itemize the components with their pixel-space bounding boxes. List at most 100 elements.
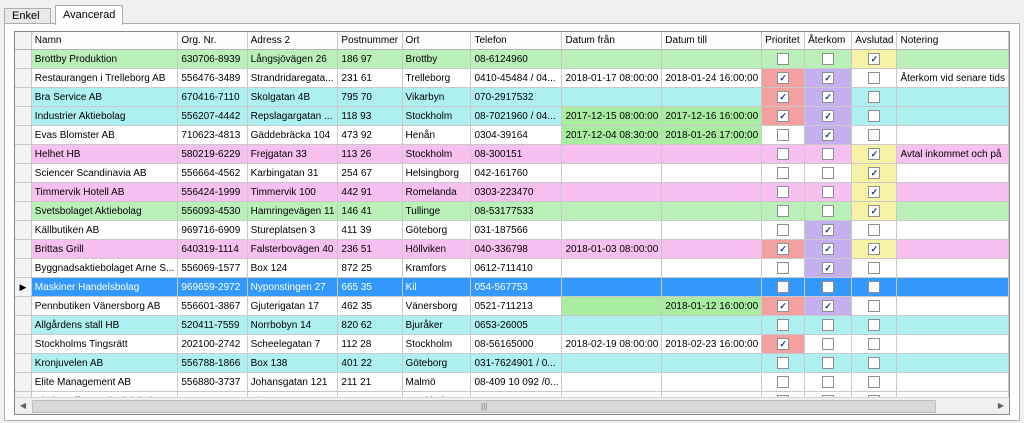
cell[interactable]: [661, 201, 763, 221]
cell[interactable]: 0521-711213: [470, 296, 563, 316]
cell[interactable]: Timmervik Hotell AB: [31, 182, 179, 202]
column-header-adress-2[interactable]: Adress 2: [247, 32, 339, 50]
cell[interactable]: [661, 277, 763, 297]
cell[interactable]: Industrier Aktiebolag: [31, 106, 179, 126]
avslutad-checkbox[interactable]: ✓: [868, 167, 881, 179]
aterkom-checkbox[interactable]: ✓: [822, 262, 835, 274]
prioritet-checkbox[interactable]: [777, 281, 790, 293]
cell[interactable]: Timmervik 100: [247, 182, 339, 202]
row-header[interactable]: [15, 106, 32, 126]
cell[interactable]: 202100-2742: [177, 334, 248, 354]
table-row[interactable]: Industrier Aktiebolag 556207-4442 Repslaga…: [15, 106, 1009, 126]
cell[interactable]: Vikarbyn: [402, 87, 472, 107]
cell-notering[interactable]: [896, 353, 1009, 373]
cell[interactable]: 969716-6909: [177, 220, 248, 240]
cell[interactable]: 08-300151: [470, 144, 563, 164]
cell[interactable]: [661, 353, 763, 373]
corner-header[interactable]: [15, 32, 32, 50]
cell[interactable]: Restaurangen i Trelleborg AB: [31, 68, 179, 88]
cell[interactable]: Byggnadsaktiebolaget Arne S...: [31, 258, 179, 278]
table-row[interactable]: Elite Management AB 556880-3737 Johansgata…: [15, 372, 1009, 392]
cell[interactable]: 556424-1999: [177, 182, 248, 202]
cell[interactable]: 969659-2972: [177, 277, 248, 297]
cell[interactable]: 442 91: [337, 182, 403, 202]
table-row[interactable]: Svetsbolaget Aktiebolag 556093-4530 Hamrin…: [15, 201, 1009, 221]
aterkom-checkbox[interactable]: [822, 319, 835, 331]
cell[interactable]: [661, 163, 763, 183]
cell[interactable]: Långsjövägen 26: [247, 49, 339, 69]
cell-notering[interactable]: [896, 372, 1009, 392]
cell-notering[interactable]: [896, 106, 1009, 126]
aterkom-checkbox[interactable]: [822, 167, 835, 179]
cell[interactable]: [661, 182, 763, 202]
table-row[interactable]: Kronjuvelen AB 556788-1866 Box 138 401 22…: [15, 353, 1009, 373]
cell[interactable]: 2017-12-16 16:00:00: [661, 106, 763, 126]
cell[interactable]: Johansgatan 121: [247, 372, 339, 392]
table-row[interactable]: Timmervik Hotell AB 556424-1999 Timmervik …: [15, 182, 1009, 202]
horizontal-scrollbar[interactable]: ◀ ||| ▶: [15, 397, 1009, 414]
cell[interactable]: Karbingatan 31: [247, 163, 339, 183]
avslutad-checkbox[interactable]: [868, 338, 881, 350]
cell[interactable]: [661, 372, 763, 392]
cell[interactable]: 665 35: [337, 277, 403, 297]
avslutad-checkbox[interactable]: [868, 262, 881, 274]
prioritet-checkbox[interactable]: ✓: [777, 110, 790, 122]
avslutad-checkbox[interactable]: [868, 224, 881, 236]
cell[interactable]: [561, 372, 663, 392]
prioritet-checkbox[interactable]: [777, 167, 790, 179]
cell[interactable]: 820 62: [337, 315, 403, 335]
prioritet-checkbox[interactable]: [777, 376, 790, 388]
cell[interactable]: 401 22: [337, 353, 403, 373]
avslutad-checkbox[interactable]: [868, 281, 881, 293]
cell[interactable]: 2018-01-12 16:00:00: [661, 296, 763, 316]
cell[interactable]: 031-7624901 / 0...: [470, 353, 563, 373]
cell[interactable]: 872 25: [337, 258, 403, 278]
scroll-left-arrow-icon[interactable]: ◀: [15, 398, 31, 414]
cell[interactable]: 08-53177533: [470, 201, 563, 221]
avslutad-checkbox[interactable]: [868, 129, 881, 141]
cell[interactable]: Stureplatsen 3: [247, 220, 339, 240]
cell[interactable]: [661, 220, 763, 240]
column-header-namn[interactable]: Namn: [31, 32, 179, 50]
prioritet-checkbox[interactable]: [777, 148, 790, 160]
cell[interactable]: Malmö: [402, 372, 472, 392]
cell[interactable]: Brottby Produktion: [31, 49, 179, 69]
cell[interactable]: 556880-3737: [177, 372, 248, 392]
cell[interactable]: 146 41: [337, 201, 403, 221]
cell[interactable]: Stockholm: [402, 106, 472, 126]
cell[interactable]: 118 93: [337, 106, 403, 126]
cell[interactable]: [561, 87, 663, 107]
cell-notering[interactable]: Avtal inkommet och på: [896, 144, 1009, 164]
aterkom-checkbox[interactable]: ✓: [822, 129, 835, 141]
cell[interactable]: 040-336798: [470, 239, 563, 259]
cell[interactable]: Helsingborg: [402, 163, 472, 183]
row-header[interactable]: [15, 296, 32, 316]
cell[interactable]: Box 138: [247, 353, 339, 373]
cell[interactable]: Vänersborg: [402, 296, 472, 316]
cell[interactable]: 556664-4562: [177, 163, 248, 183]
cell[interactable]: 0303-223470: [470, 182, 563, 202]
column-header-ort[interactable]: Ort: [402, 32, 472, 50]
cell[interactable]: 2018-01-26 17:00:00: [661, 125, 763, 145]
row-header[interactable]: [15, 125, 32, 145]
table-row[interactable]: Restaurangen i Trelleborg AB 556476-3489 S…: [15, 68, 1009, 88]
cell[interactable]: 556788-1866: [177, 353, 248, 373]
cell[interactable]: Strandridaregata...: [247, 68, 339, 88]
avslutad-checkbox[interactable]: ✓: [868, 148, 881, 160]
cell-notering[interactable]: [896, 239, 1009, 259]
cell[interactable]: Kronjuvelen AB: [31, 353, 179, 373]
table-row[interactable]: Brittas Grill 640319-1114 Falsterbovägen 4…: [15, 239, 1009, 259]
table-row[interactable]: Sciencer Scandinavia AB 556664-4562 Karbin…: [15, 163, 1009, 183]
cell[interactable]: 08-6124960: [470, 49, 563, 69]
cell[interactable]: 710623-4813: [177, 125, 248, 145]
avslutad-checkbox[interactable]: ✓: [868, 243, 881, 255]
aterkom-checkbox[interactable]: [822, 148, 835, 160]
cell[interactable]: 795 70: [337, 87, 403, 107]
cell[interactable]: [661, 87, 763, 107]
table-row[interactable]: Bra Service AB 670416-7110 Skolgatan 4B 795…: [15, 87, 1009, 107]
cell[interactable]: [661, 239, 763, 259]
cell[interactable]: Norrbobyn 14: [247, 315, 339, 335]
cell[interactable]: 473 92: [337, 125, 403, 145]
avslutad-checkbox[interactable]: [868, 110, 881, 122]
column-header-telefon[interactable]: Telefon: [470, 32, 563, 50]
